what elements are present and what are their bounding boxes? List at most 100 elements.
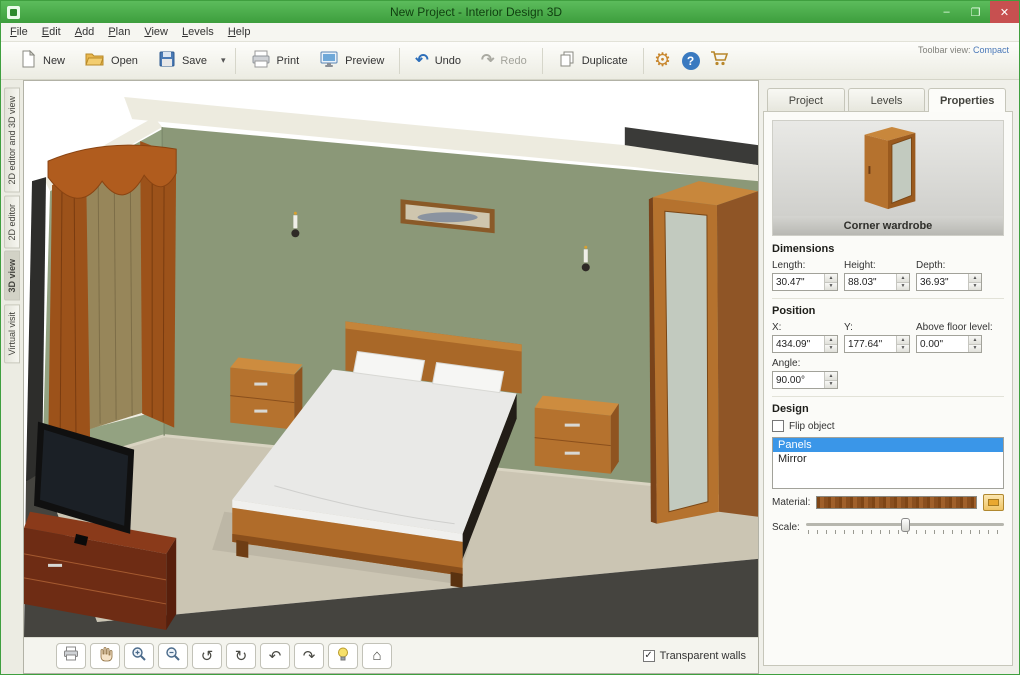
object-preview-image (773, 121, 1003, 216)
menu-edit[interactable]: Edit (35, 24, 68, 40)
tab-levels[interactable]: Levels (847, 88, 926, 112)
depth-spin-down[interactable]: ▼ (969, 281, 981, 290)
depth-input[interactable] (917, 274, 968, 290)
pan-button[interactable] (90, 642, 120, 669)
scale-slider[interactable] (805, 516, 1004, 538)
3d-canvas[interactable] (24, 81, 758, 637)
zoom-out-button[interactable] (158, 642, 188, 669)
duplicate-button[interactable]: Duplicate (548, 46, 638, 75)
properties-panel: Corner wardrobe Dimensions Length: ▲▼ (763, 111, 1013, 666)
store-button[interactable] (705, 47, 733, 75)
corner-wardrobe[interactable] (648, 181, 758, 524)
app-window: New Project - Interior Design 3D – ❐ ✕ F… (0, 0, 1020, 675)
redo-button[interactable]: ↷ Redo (471, 49, 537, 73)
new-button[interactable]: New (9, 46, 75, 75)
rotate-right-button[interactable]: ↻ (226, 642, 256, 669)
light-bulb-icon (335, 646, 351, 666)
title-bar: New Project - Interior Design 3D – ❐ ✕ (1, 1, 1019, 23)
y-spin-up[interactable]: ▲ (897, 336, 909, 344)
transparent-walls-checkbox[interactable]: ✓ (642, 649, 655, 662)
tab-2d-editor[interactable]: 2D editor (4, 195, 20, 249)
view-mode-tabs: 2D editor and 3D view 2D editor 3D view … (1, 80, 23, 674)
save-button[interactable]: Save (148, 46, 217, 75)
x-spin-up[interactable]: ▲ (825, 336, 837, 344)
list-item-panels[interactable]: Panels (773, 438, 1003, 452)
length-spin-up[interactable]: ▲ (825, 274, 837, 282)
open-button[interactable]: Open (75, 47, 148, 74)
menu-plan[interactable]: Plan (101, 24, 137, 40)
angle-input[interactable] (773, 372, 824, 388)
angle-spin-down[interactable]: ▼ (825, 379, 837, 388)
rotate-left-button[interactable]: ↺ (192, 642, 222, 669)
print-button[interactable]: Print (241, 46, 310, 75)
position-section: Position X: ▲▼ Y: (772, 298, 1004, 389)
settings-button[interactable]: ⚙ (649, 47, 677, 75)
scale-label: Scale: (772, 521, 800, 533)
material-browse-button[interactable] (983, 494, 1004, 511)
close-button[interactable]: ✕ (990, 1, 1019, 23)
viewport: ↺ ↻ ↶ ↷ ⌂ ✓ Transparent walls (23, 80, 759, 674)
minimize-button[interactable]: – (932, 1, 961, 23)
length-input[interactable] (773, 274, 824, 290)
toolbar-view-link[interactable]: Compact (973, 45, 1009, 55)
above-floor-level-input[interactable] (917, 336, 968, 352)
tab-2d-editor-and-3d-view[interactable]: 2D editor and 3D view (4, 88, 20, 193)
preview-button[interactable]: Preview (309, 46, 394, 75)
wardrobe-thumbnail (864, 126, 916, 209)
tab-properties[interactable]: Properties (928, 88, 1007, 112)
menu-bar: File Edit Add Plan View Levels Help (1, 23, 1019, 42)
depth-spin-up[interactable]: ▲ (969, 274, 981, 282)
height-spin-up[interactable]: ▲ (897, 274, 909, 282)
panel-tabs: Project Levels Properties (763, 88, 1013, 112)
y-spin-down[interactable]: ▼ (897, 343, 909, 352)
tab-project[interactable]: Project (767, 88, 845, 112)
zoom-in-button[interactable] (124, 642, 154, 669)
redo-icon: ↷ (481, 51, 495, 69)
slider-thumb[interactable] (900, 518, 910, 532)
list-item-mirror[interactable]: Mirror (773, 452, 1003, 466)
curtains[interactable] (47, 141, 177, 458)
undo-button[interactable]: ↶ Undo (405, 49, 471, 73)
y-input[interactable] (845, 336, 896, 352)
menu-levels[interactable]: Levels (175, 24, 221, 40)
transparent-walls-option[interactable]: ✓ Transparent walls (642, 649, 746, 662)
orbit-left-button[interactable]: ↶ (260, 642, 290, 669)
help-button[interactable]: ? (677, 47, 705, 75)
material-swatch[interactable] (816, 496, 977, 509)
afl-spin-down[interactable]: ▼ (969, 343, 981, 352)
tab-virtual-visit[interactable]: Virtual visit (4, 303, 20, 363)
nightstand-left[interactable] (230, 357, 303, 430)
home-view-button[interactable]: ⌂ (362, 642, 392, 669)
x-input[interactable] (773, 336, 824, 352)
orbit-right-icon: ↷ (302, 647, 316, 665)
save-dropdown-arrow[interactable]: ▾ (217, 51, 230, 70)
x-spin-down[interactable]: ▼ (825, 343, 837, 352)
menu-view[interactable]: View (137, 24, 175, 40)
height-input[interactable] (845, 274, 896, 290)
app-icon (7, 5, 20, 19)
maximize-button[interactable]: ❐ (961, 1, 990, 23)
toolbar-separator (541, 47, 543, 74)
menu-add[interactable]: Add (68, 24, 102, 40)
shopping-cart-icon (709, 49, 729, 72)
nightstand-right[interactable] (534, 395, 619, 474)
tab-3d-view[interactable]: 3D view (4, 251, 20, 301)
flip-object-option[interactable]: Flip object (772, 420, 1004, 432)
3d-scene (24, 81, 758, 637)
angle-label: Angle: (772, 358, 801, 369)
length-spin-down[interactable]: ▼ (825, 281, 837, 290)
printer-icon (251, 50, 271, 71)
afl-spin-up[interactable]: ▲ (969, 336, 981, 344)
design-title: Design (772, 403, 809, 415)
angle-spin-up[interactable]: ▲ (825, 372, 837, 380)
dimensions-title: Dimensions (772, 243, 835, 255)
print-view-button[interactable] (56, 642, 86, 669)
menu-help[interactable]: Help (221, 24, 258, 40)
height-spin-down[interactable]: ▼ (897, 281, 909, 290)
orbit-right-button[interactable]: ↷ (294, 642, 324, 669)
lighting-button[interactable] (328, 642, 358, 669)
flip-object-checkbox[interactable] (772, 420, 784, 432)
zoom-in-icon (131, 646, 147, 666)
dimensions-section: Dimensions Length: ▲▼ Height: (772, 243, 1004, 291)
menu-file[interactable]: File (3, 24, 35, 40)
